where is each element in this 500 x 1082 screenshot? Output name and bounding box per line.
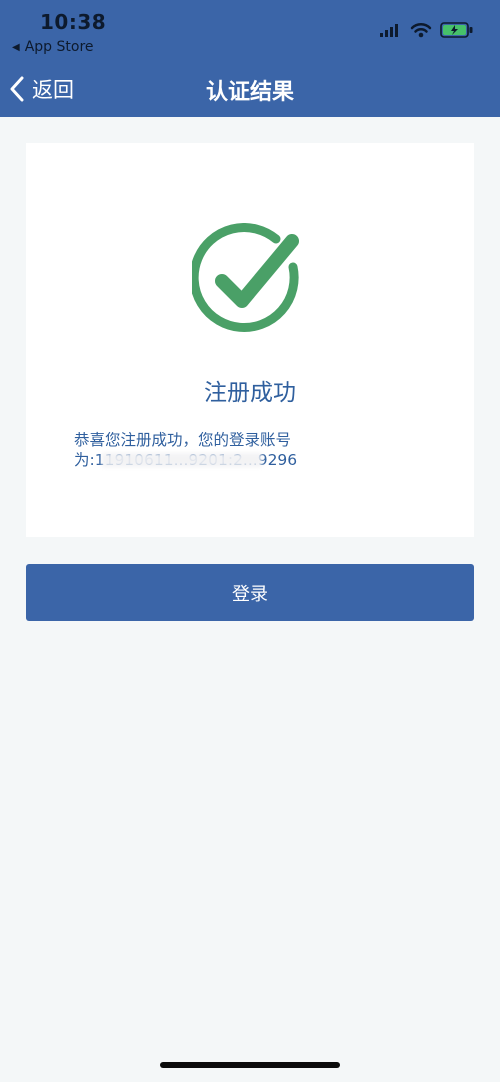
- login-button[interactable]: 登录: [26, 564, 474, 621]
- signal-icon: [380, 24, 398, 37]
- success-message: 恭喜您注册成功，您的登录账号 为:11910611...9201:2...929…: [74, 430, 364, 470]
- app-header: 10:38 ◀ App Store 返回 认证结果: [0, 0, 500, 117]
- success-title: 注册成功: [204, 380, 296, 406]
- battery-icon: [440, 22, 473, 38]
- back-triangle-icon: ◀: [12, 41, 20, 53]
- back-app-label: App Store: [24, 39, 94, 55]
- check-circle-icon: [192, 223, 299, 332]
- message-line-1: 恭喜您注册成功，您的登录账号: [74, 431, 292, 449]
- page-title: 认证结果: [205, 80, 294, 105]
- home-indicator: [160, 1062, 340, 1068]
- redaction-blur: [102, 453, 262, 467]
- result-card: 注册成功 恭喜您注册成功，您的登录账号 为:11910611...9201:2.…: [26, 143, 474, 537]
- status-time: 10:38: [40, 10, 107, 34]
- wifi-icon: [410, 23, 432, 38]
- account-line: 为:11910611...9201:2...9296: [74, 450, 297, 470]
- status-icons: [380, 22, 474, 38]
- back-to-app-store[interactable]: ◀ App Store: [12, 39, 94, 55]
